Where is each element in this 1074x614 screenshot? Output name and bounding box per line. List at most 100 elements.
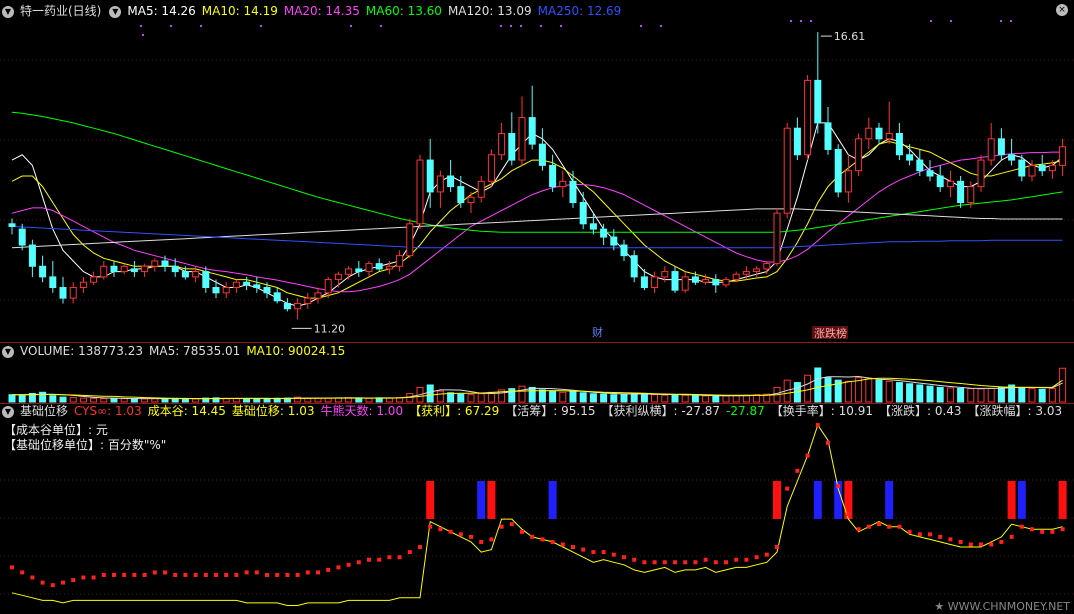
volume-bar bbox=[712, 395, 720, 403]
volume-bar bbox=[518, 385, 526, 403]
cys-dot bbox=[326, 567, 331, 572]
volume-bar bbox=[314, 397, 322, 403]
cys-dot bbox=[101, 572, 106, 577]
signal-bar bbox=[813, 481, 822, 519]
volume-bar bbox=[906, 383, 914, 403]
volume-bar bbox=[508, 388, 516, 403]
candle-body bbox=[834, 148, 842, 193]
cys-dot bbox=[591, 550, 596, 555]
volume-bar bbox=[559, 391, 567, 403]
volume-bar bbox=[855, 377, 863, 403]
cys-dot bbox=[560, 542, 565, 547]
volume-bar bbox=[253, 398, 261, 403]
candle-body bbox=[69, 287, 77, 299]
candle-body bbox=[222, 287, 230, 294]
base-shift-line bbox=[11, 423, 1063, 606]
candle-body bbox=[130, 268, 138, 273]
cys-dot bbox=[540, 537, 545, 542]
cys-dot bbox=[1040, 529, 1045, 534]
candle-body bbox=[783, 127, 791, 214]
cys-dot bbox=[601, 550, 606, 555]
signal-dot bbox=[930, 20, 932, 22]
candle-body bbox=[579, 202, 587, 225]
volume-bar bbox=[640, 393, 648, 403]
volume-bar bbox=[569, 391, 577, 403]
volume-bar bbox=[742, 394, 750, 403]
candle-body bbox=[447, 175, 455, 188]
cys-dot bbox=[1050, 529, 1055, 534]
cys-dot bbox=[652, 560, 657, 565]
volume-bar bbox=[436, 390, 444, 403]
ma-line-ma250 bbox=[11, 225, 1063, 249]
candle-body bbox=[926, 170, 934, 177]
volume-bar bbox=[528, 386, 536, 403]
cys-dot bbox=[509, 522, 514, 527]
volume-bar bbox=[926, 385, 934, 403]
candle-body bbox=[1018, 159, 1026, 177]
cys-dot bbox=[805, 453, 810, 458]
candle-body bbox=[610, 236, 618, 246]
cys-dot bbox=[530, 534, 535, 539]
cys-dot bbox=[448, 529, 453, 534]
cys-dot bbox=[744, 557, 749, 562]
candle-body bbox=[691, 276, 699, 283]
candle-body bbox=[804, 79, 812, 156]
cys-dot bbox=[458, 532, 463, 537]
volume-bar bbox=[18, 394, 26, 403]
candle-body bbox=[518, 117, 526, 161]
candle-body bbox=[559, 180, 567, 188]
volume-bar bbox=[324, 397, 332, 403]
cys-dot bbox=[622, 555, 626, 560]
candle-body bbox=[487, 154, 495, 182]
cys-dot bbox=[183, 572, 188, 577]
volume-bar bbox=[90, 397, 98, 403]
candle-body bbox=[600, 228, 608, 238]
candle-body bbox=[1048, 164, 1056, 172]
candle-body bbox=[436, 175, 444, 193]
volume-bar bbox=[467, 394, 475, 403]
volume-bar bbox=[79, 397, 87, 403]
cys-dot bbox=[407, 550, 412, 555]
candle-body bbox=[345, 268, 353, 275]
signal-dot bbox=[640, 25, 642, 27]
signal-bar bbox=[487, 481, 496, 519]
chart-canvas[interactable]: 16.61 11.20 财 涨跌榜 bbox=[0, 0, 1074, 614]
candle-body bbox=[79, 281, 87, 289]
candle-body bbox=[59, 287, 67, 299]
volume-bar bbox=[702, 395, 710, 403]
signal-dot bbox=[200, 25, 202, 27]
signal-dot bbox=[800, 20, 802, 22]
cys-dot bbox=[999, 539, 1004, 544]
candle-body bbox=[467, 196, 475, 204]
candle-body bbox=[8, 223, 16, 227]
volume-bar bbox=[69, 397, 77, 403]
volume-bar bbox=[997, 386, 1005, 403]
volume-bar bbox=[1028, 388, 1036, 403]
cys-dot bbox=[846, 512, 851, 516]
candle-body bbox=[304, 297, 312, 304]
candle-body bbox=[1028, 164, 1036, 177]
signal-dot bbox=[1000, 20, 1002, 22]
signal-dot bbox=[660, 25, 662, 27]
cys-dot bbox=[968, 542, 973, 547]
volume-bar bbox=[885, 380, 893, 403]
cys-dot bbox=[499, 524, 504, 529]
signal-bar bbox=[1058, 481, 1067, 519]
cys-dot bbox=[224, 572, 229, 577]
candle-body bbox=[294, 302, 302, 310]
candle-body bbox=[243, 281, 251, 286]
volume-bar bbox=[192, 398, 200, 403]
cys-dot bbox=[917, 532, 922, 537]
candle-body bbox=[324, 279, 332, 294]
candle-body bbox=[181, 271, 189, 278]
candle-body bbox=[202, 271, 210, 289]
cys-dot bbox=[397, 555, 402, 560]
volume-bar bbox=[661, 394, 669, 403]
signal-dot bbox=[350, 25, 352, 27]
cys-dot bbox=[203, 572, 208, 577]
candle-body bbox=[406, 223, 414, 257]
cys-dot bbox=[40, 580, 45, 585]
candle-body bbox=[773, 212, 781, 265]
cys-dot bbox=[632, 557, 637, 562]
candle-body bbox=[426, 159, 434, 193]
